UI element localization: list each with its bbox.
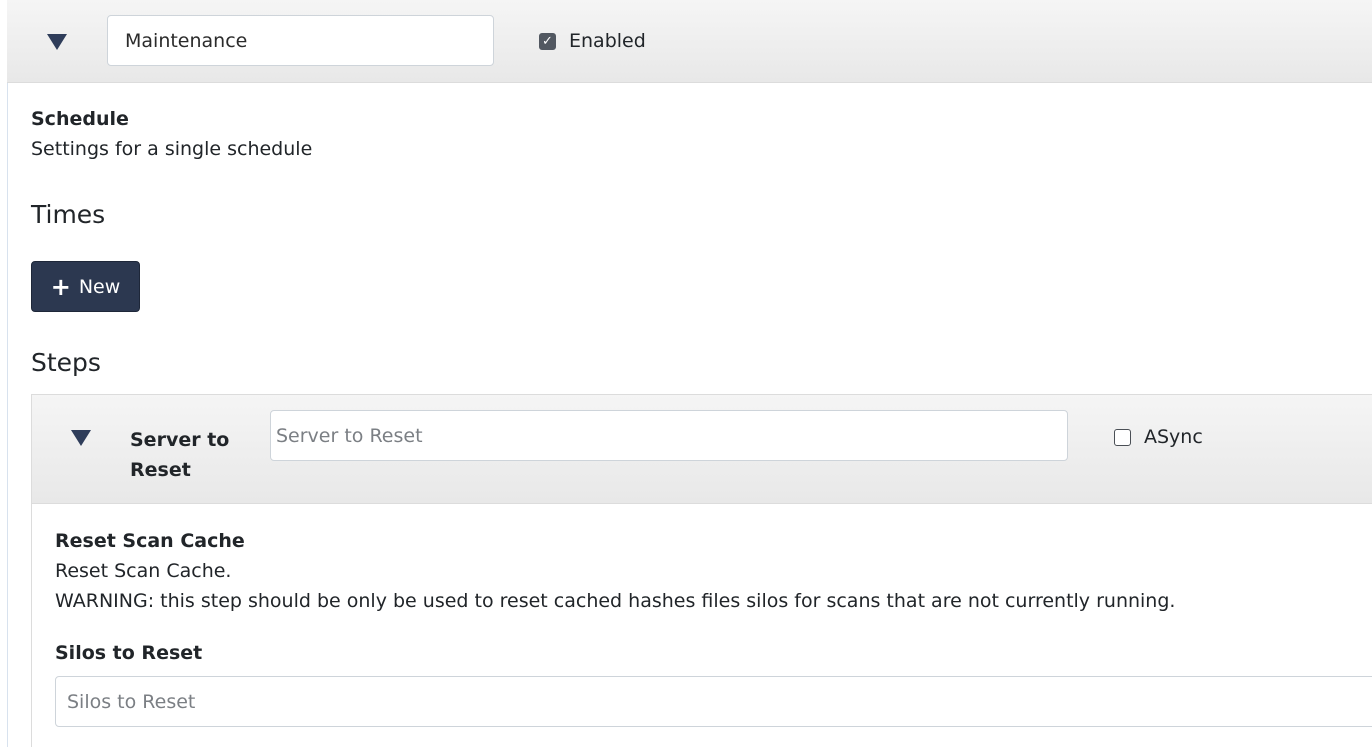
- async-checkbox[interactable]: ASync: [1114, 426, 1203, 448]
- schedule-description: Settings for a single schedule: [31, 138, 313, 160]
- steps-heading: Steps: [31, 348, 101, 377]
- step-collapse-caret-icon[interactable]: [71, 430, 91, 446]
- schedule-name-input[interactable]: [107, 15, 494, 66]
- silos-input[interactable]: [55, 676, 1372, 727]
- enabled-label: Enabled: [569, 30, 646, 52]
- schedule-editor: ✓ Enabled Schedule Settings for a single…: [0, 0, 1372, 747]
- schedule-title: Schedule: [31, 108, 129, 130]
- times-heading: Times: [31, 200, 106, 229]
- step-header: Server to Reset ASync: [31, 394, 1372, 504]
- silos-label: Silos to Reset: [55, 642, 203, 664]
- enabled-checkbox[interactable]: ✓ Enabled: [539, 30, 646, 52]
- step-warning: WARNING: this step should be only be use…: [55, 590, 1176, 612]
- step-type-label: Server to Reset: [130, 429, 230, 481]
- plus-icon: +: [50, 272, 71, 301]
- checkmark-icon[interactable]: ✓: [539, 32, 556, 50]
- step-title: Reset Scan Cache: [55, 530, 245, 552]
- async-checkbox-box[interactable]: [1114, 428, 1131, 446]
- new-button-label: New: [78, 275, 121, 298]
- new-time-button[interactable]: + New: [31, 261, 140, 312]
- schedule-header: ✓ Enabled: [7, 0, 1372, 83]
- step-body: Reset Scan Cache Reset Scan Cache. WARNI…: [31, 504, 1372, 747]
- step-name-input[interactable]: [270, 410, 1068, 461]
- step-description-line1: Reset Scan Cache.: [55, 560, 232, 582]
- collapse-caret-icon[interactable]: [47, 34, 67, 50]
- async-label: ASync: [1144, 426, 1203, 448]
